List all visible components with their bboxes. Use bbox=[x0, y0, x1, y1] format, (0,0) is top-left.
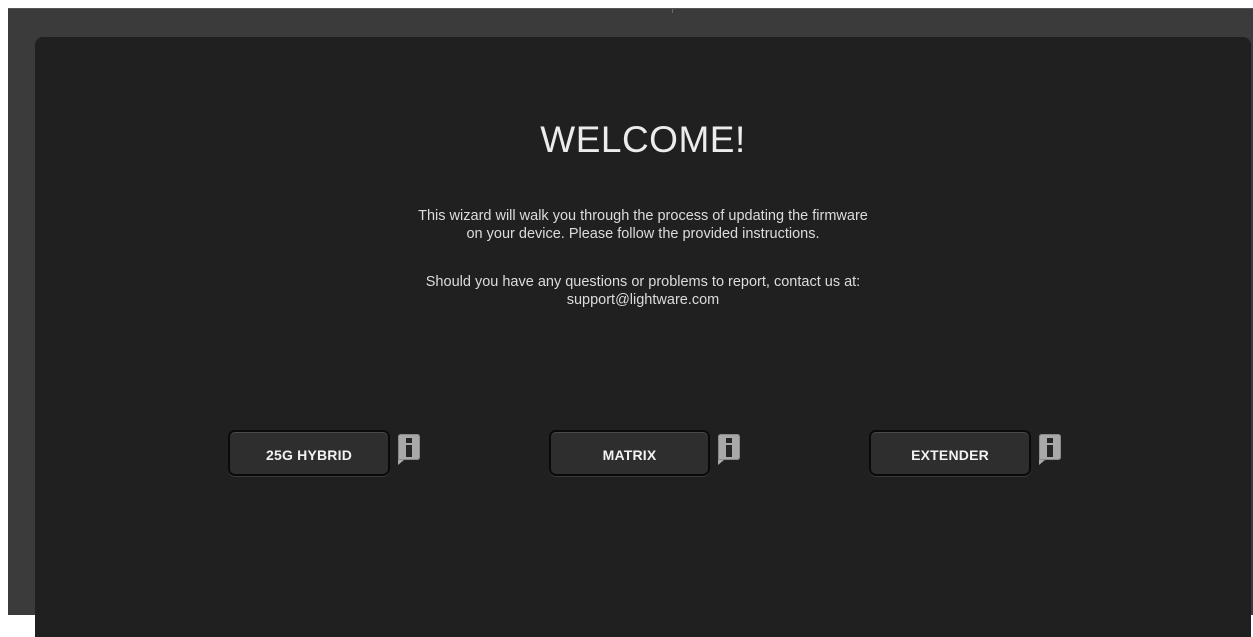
matrix-button[interactable]: MATRIX bbox=[549, 430, 710, 476]
info-icon-stem bbox=[726, 445, 732, 457]
info-icon-stem bbox=[1047, 445, 1053, 457]
app-frame: WELCOME! This wizard will walk you throu… bbox=[8, 8, 1253, 637]
contact-text: Should you have any questions or problem… bbox=[35, 273, 1251, 309]
hybrid-25g-button[interactable]: 25G HYBRID bbox=[228, 430, 390, 476]
support-email: support@lightware.com bbox=[566, 292, 720, 308]
info-icon-dot bbox=[726, 438, 732, 443]
info-icon[interactable] bbox=[718, 434, 740, 465]
welcome-panel: WELCOME! This wizard will walk you throu… bbox=[35, 37, 1251, 637]
intro-text: This wizard will walk you through the pr… bbox=[35, 207, 1251, 243]
info-icon[interactable] bbox=[1039, 434, 1061, 465]
info-icon[interactable] bbox=[398, 434, 420, 465]
info-icon-stem bbox=[406, 445, 412, 457]
intro-line: This wizard will walk you through the pr… bbox=[418, 208, 868, 224]
contact-line: Should you have any questions or problem… bbox=[425, 274, 861, 290]
page-title: WELCOME! bbox=[540, 119, 746, 160]
divider bbox=[672, 9, 673, 13]
info-icon-dot bbox=[1047, 438, 1053, 443]
intro-line: on your device. Please follow the provid… bbox=[466, 226, 820, 242]
extender-button[interactable]: EXTENDER bbox=[869, 430, 1031, 476]
info-icon-dot bbox=[406, 438, 412, 443]
